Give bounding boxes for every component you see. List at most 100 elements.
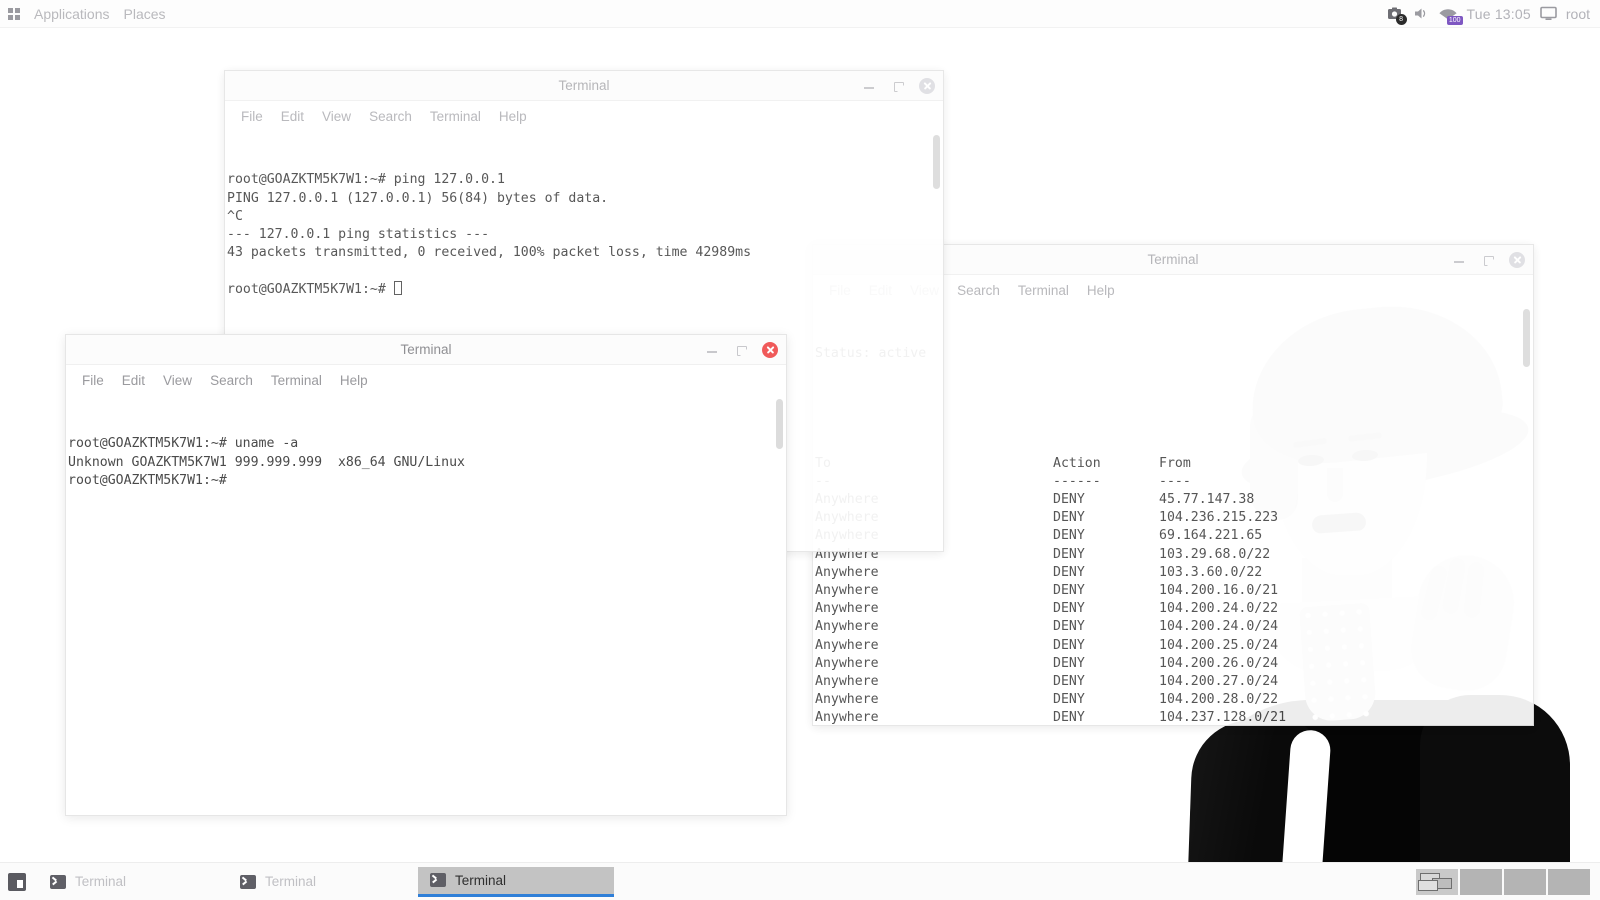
menubar[interactable]: File Edit View Search Terminal Help bbox=[66, 365, 786, 395]
workspace-4[interactable] bbox=[1548, 868, 1590, 895]
taskbar: Terminal Terminal Terminal bbox=[0, 862, 1600, 900]
taskbar-item-terminal-1[interactable]: Terminal bbox=[38, 867, 228, 897]
titlebar[interactable]: Terminal bbox=[66, 335, 786, 365]
maximize-button[interactable] bbox=[733, 342, 749, 358]
menu-edit[interactable]: Edit bbox=[122, 373, 145, 388]
fw-cell-action: DENY bbox=[1053, 564, 1085, 580]
fw-cell-from: 104.237.128.0/21 bbox=[1159, 710, 1287, 725]
menu-help[interactable]: Help bbox=[499, 109, 527, 124]
clock[interactable]: Tue 13:05 bbox=[1467, 6, 1531, 22]
window-title: Terminal bbox=[558, 78, 610, 93]
fw-header-rule: ------ bbox=[1053, 473, 1101, 489]
fw-cell-to: Anywhere bbox=[815, 583, 879, 599]
fw-cell-to: Anywhere bbox=[815, 674, 879, 690]
menu-terminal[interactable]: Terminal bbox=[271, 373, 322, 388]
terminal-icon bbox=[50, 874, 66, 889]
terminal-window-uname[interactable]: Terminal File Edit View Search Terminal … bbox=[65, 334, 787, 816]
close-button[interactable] bbox=[762, 342, 778, 358]
volume-icon[interactable] bbox=[1413, 6, 1429, 21]
fw-cell-from: 104.200.24.0/24 bbox=[1159, 619, 1279, 635]
taskbar-item-label: Terminal bbox=[75, 874, 127, 889]
terminal-cursor bbox=[393, 280, 402, 295]
minimize-button[interactable] bbox=[704, 342, 720, 358]
places-menu[interactable]: Places bbox=[124, 6, 166, 22]
fw-cell-to: Anywhere bbox=[815, 692, 879, 708]
menu-edit[interactable]: Edit bbox=[281, 109, 304, 124]
fw-cell-action: DENY bbox=[1053, 710, 1085, 725]
menu-view[interactable]: View bbox=[163, 373, 192, 388]
fw-cell-action: DENY bbox=[1053, 546, 1085, 562]
window-controls[interactable] bbox=[1451, 245, 1525, 275]
fw-cell-to: Anywhere bbox=[815, 564, 879, 580]
user-menu[interactable]: root bbox=[1566, 6, 1590, 22]
menubar[interactable]: File Edit View Search Terminal Help bbox=[225, 101, 943, 131]
menu-search[interactable]: Search bbox=[369, 109, 412, 124]
window-title: Terminal bbox=[1147, 252, 1199, 267]
fw-cell-from: 103.3.60.0/22 bbox=[1159, 564, 1263, 580]
menu-terminal[interactable]: Terminal bbox=[430, 109, 481, 124]
monitor-icon[interactable] bbox=[1540, 6, 1557, 21]
terminal-scrollbar[interactable] bbox=[1522, 309, 1531, 721]
menu-terminal[interactable]: Terminal bbox=[1018, 283, 1069, 298]
wifi-icon[interactable]: 100 bbox=[1438, 6, 1463, 25]
terminal-line: --- 127.0.0.1 ping statistics --- bbox=[227, 227, 490, 243]
workspace-3[interactable] bbox=[1504, 868, 1546, 895]
fw-cell-action: DENY bbox=[1053, 528, 1085, 544]
fw-cell-from: 69.164.221.65 bbox=[1159, 528, 1263, 544]
taskbar-item-terminal-2[interactable]: Terminal bbox=[228, 867, 418, 897]
fw-cell-action: DENY bbox=[1053, 583, 1085, 599]
terminal-line: root@GOAZKTM5K7W1:~# bbox=[227, 280, 943, 299]
close-button[interactable] bbox=[919, 78, 935, 94]
fw-cell-action: DENY bbox=[1053, 637, 1085, 653]
window-controls[interactable] bbox=[861, 71, 935, 101]
menu-help[interactable]: Help bbox=[1087, 283, 1115, 298]
titlebar[interactable]: Terminal bbox=[225, 71, 943, 101]
fw-cell-to: Anywhere bbox=[815, 637, 879, 653]
workspace-1[interactable] bbox=[1416, 868, 1458, 895]
maximize-button[interactable] bbox=[1480, 252, 1496, 268]
fw-cell-action: DENY bbox=[1053, 692, 1085, 708]
terminal-scrollbar[interactable] bbox=[932, 135, 941, 547]
minimize-button[interactable] bbox=[1451, 252, 1467, 268]
screenshot-badge-count: 8 bbox=[1395, 13, 1407, 25]
fw-cell-from: 104.200.26.0/24 bbox=[1159, 655, 1279, 671]
workspace-window-thumb bbox=[1418, 879, 1438, 891]
taskbar-item-label: Terminal bbox=[265, 874, 317, 889]
fw-header-from: From bbox=[1159, 455, 1191, 471]
terminal-scrollbar[interactable] bbox=[775, 399, 784, 811]
taskbar-item-terminal-3[interactable]: Terminal bbox=[418, 866, 614, 897]
fw-cell-action: DENY bbox=[1053, 492, 1085, 508]
close-button[interactable] bbox=[1509, 252, 1525, 268]
terminal-line: root@GOAZKTM5K7W1:~# bbox=[68, 472, 227, 488]
top-panel: Applications Places 8 100 Tue 13:05 root bbox=[0, 0, 1600, 28]
menu-search[interactable]: Search bbox=[210, 373, 253, 388]
menu-view[interactable]: View bbox=[322, 109, 351, 124]
fw-cell-to: Anywhere bbox=[815, 710, 879, 725]
workspace-switcher[interactable] bbox=[1416, 868, 1600, 895]
workspace-2[interactable] bbox=[1460, 868, 1502, 895]
applications-grid-icon[interactable] bbox=[8, 7, 20, 20]
terminal-line: root@GOAZKTM5K7W1:~# ping 127.0.0.1 bbox=[227, 172, 505, 188]
menu-file[interactable]: File bbox=[241, 109, 263, 124]
fw-cell-action: DENY bbox=[1053, 655, 1085, 671]
menu-file[interactable]: File bbox=[82, 373, 104, 388]
terminal-line: ^C bbox=[227, 208, 243, 224]
screenshot-add-icon[interactable]: 8 bbox=[1387, 6, 1407, 25]
fw-cell-from: 104.200.27.0/24 bbox=[1159, 674, 1279, 690]
fw-cell-action: DENY bbox=[1053, 510, 1085, 526]
terminal-icon bbox=[240, 874, 256, 889]
show-desktop-icon[interactable] bbox=[8, 872, 26, 891]
taskbar-window-list: Terminal Terminal Terminal bbox=[38, 866, 614, 897]
minimize-button[interactable] bbox=[861, 78, 877, 94]
fw-header-rule: ---- bbox=[1159, 473, 1191, 489]
menu-search[interactable]: Search bbox=[957, 283, 1000, 298]
fw-cell-from: 45.77.147.38 bbox=[1159, 492, 1255, 508]
window-controls[interactable] bbox=[704, 335, 778, 365]
maximize-button[interactable] bbox=[890, 78, 906, 94]
terminal-line: root@GOAZKTM5K7W1:~# uname -a bbox=[68, 436, 299, 452]
menu-help[interactable]: Help bbox=[340, 373, 368, 388]
fw-cell-action: DENY bbox=[1053, 674, 1085, 690]
fw-cell-from: 104.200.28.0/22 bbox=[1159, 692, 1279, 708]
applications-menu[interactable]: Applications bbox=[34, 6, 110, 22]
terminal-icon bbox=[430, 873, 446, 887]
